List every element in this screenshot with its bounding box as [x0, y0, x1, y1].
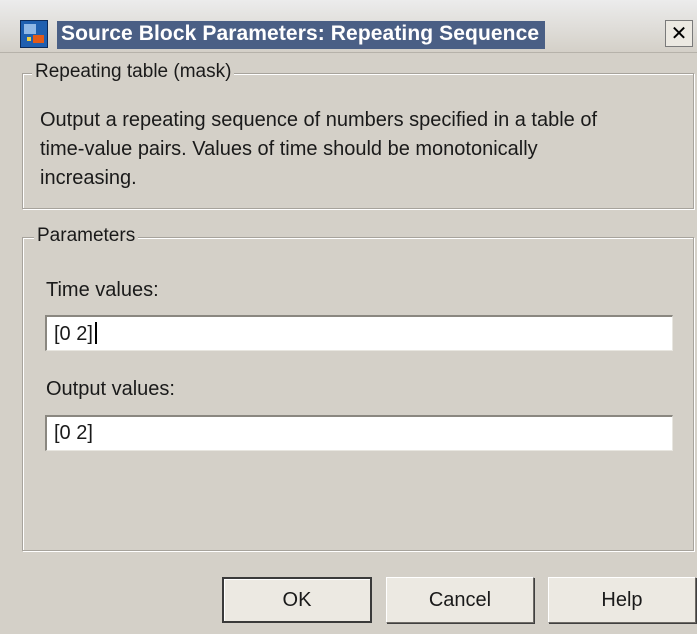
output-values-text: [0 2] [54, 422, 93, 444]
window-title: Source Block Parameters: Repeating Seque… [57, 21, 546, 49]
description-line: time-value pairs. Values of time should … [40, 138, 538, 160]
time-values-text: [0 2] [54, 323, 93, 345]
help-button[interactable]: Help [548, 577, 696, 623]
cancel-button[interactable]: Cancel [386, 577, 534, 623]
output-values-label: Output values: [46, 378, 175, 400]
time-values-label: Time values: [46, 279, 159, 301]
close-icon: ✕ [670, 23, 688, 45]
ok-button[interactable]: OK [222, 577, 372, 623]
text-caret [94, 322, 97, 344]
output-values-input[interactable]: [0 2] [45, 415, 673, 451]
close-button[interactable]: ✕ [665, 20, 693, 47]
description-line: increasing. [40, 167, 137, 189]
title-bar[interactable]: Source Block Parameters: Repeating Seque… [0, 0, 697, 53]
block-parameters-dialog: Source Block Parameters: Repeating Seque… [0, 0, 697, 634]
description-line: Output a repeating sequence of numbers s… [40, 109, 598, 131]
mask-group-legend: Repeating table (mask) [32, 61, 235, 83]
parameters-group-legend: Parameters [34, 225, 139, 247]
simulink-block-icon [20, 20, 48, 48]
time-values-input[interactable]: [0 2] [45, 315, 673, 351]
mask-description: Output a repeating sequence of numbers s… [40, 106, 660, 193]
